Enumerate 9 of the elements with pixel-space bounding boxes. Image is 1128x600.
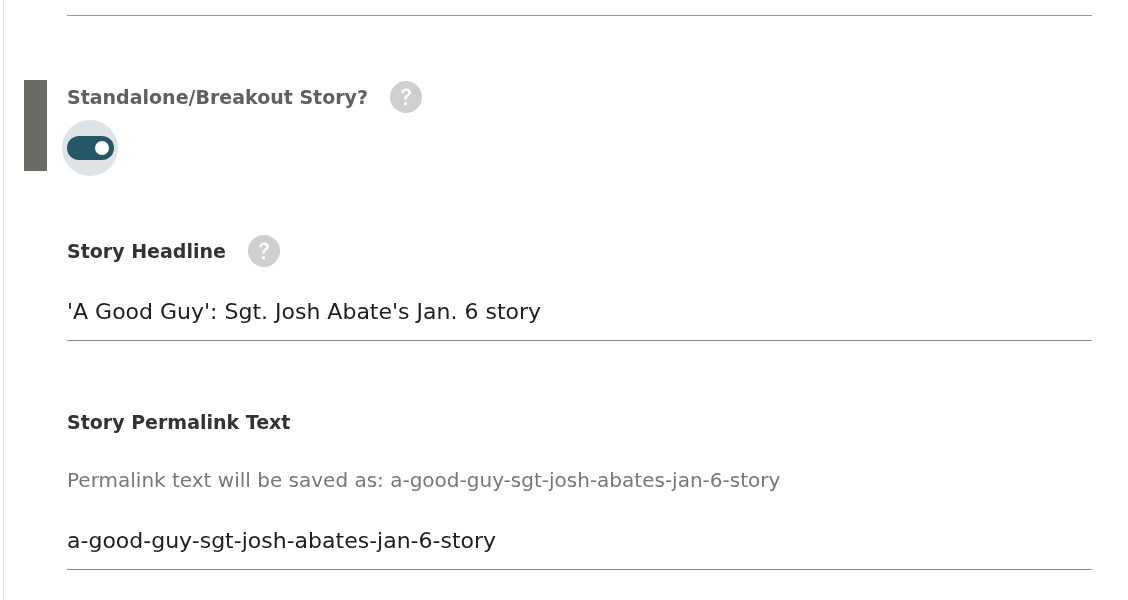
toggle-switch[interactable] <box>62 120 118 176</box>
help-icon[interactable] <box>390 81 422 113</box>
field-label: Standalone/Breakout Story? <box>67 86 368 108</box>
field-label: Story Headline <box>67 240 226 262</box>
field-hint: Permalink text will be saved as: a-good-guy-sgt-josh-abates-jan-6-story <box>67 467 781 494</box>
text-field[interactable]: 'A Good Guy': Sgt. Josh Abate's Jan. 6 story <box>67 292 1092 341</box>
field-label: Story Permalink Text <box>67 411 291 433</box>
help-icon[interactable] <box>247 235 280 267</box>
text-field[interactable]: a-good-guy-sgt-josh-abates-jan-6-story <box>67 521 1092 570</box>
